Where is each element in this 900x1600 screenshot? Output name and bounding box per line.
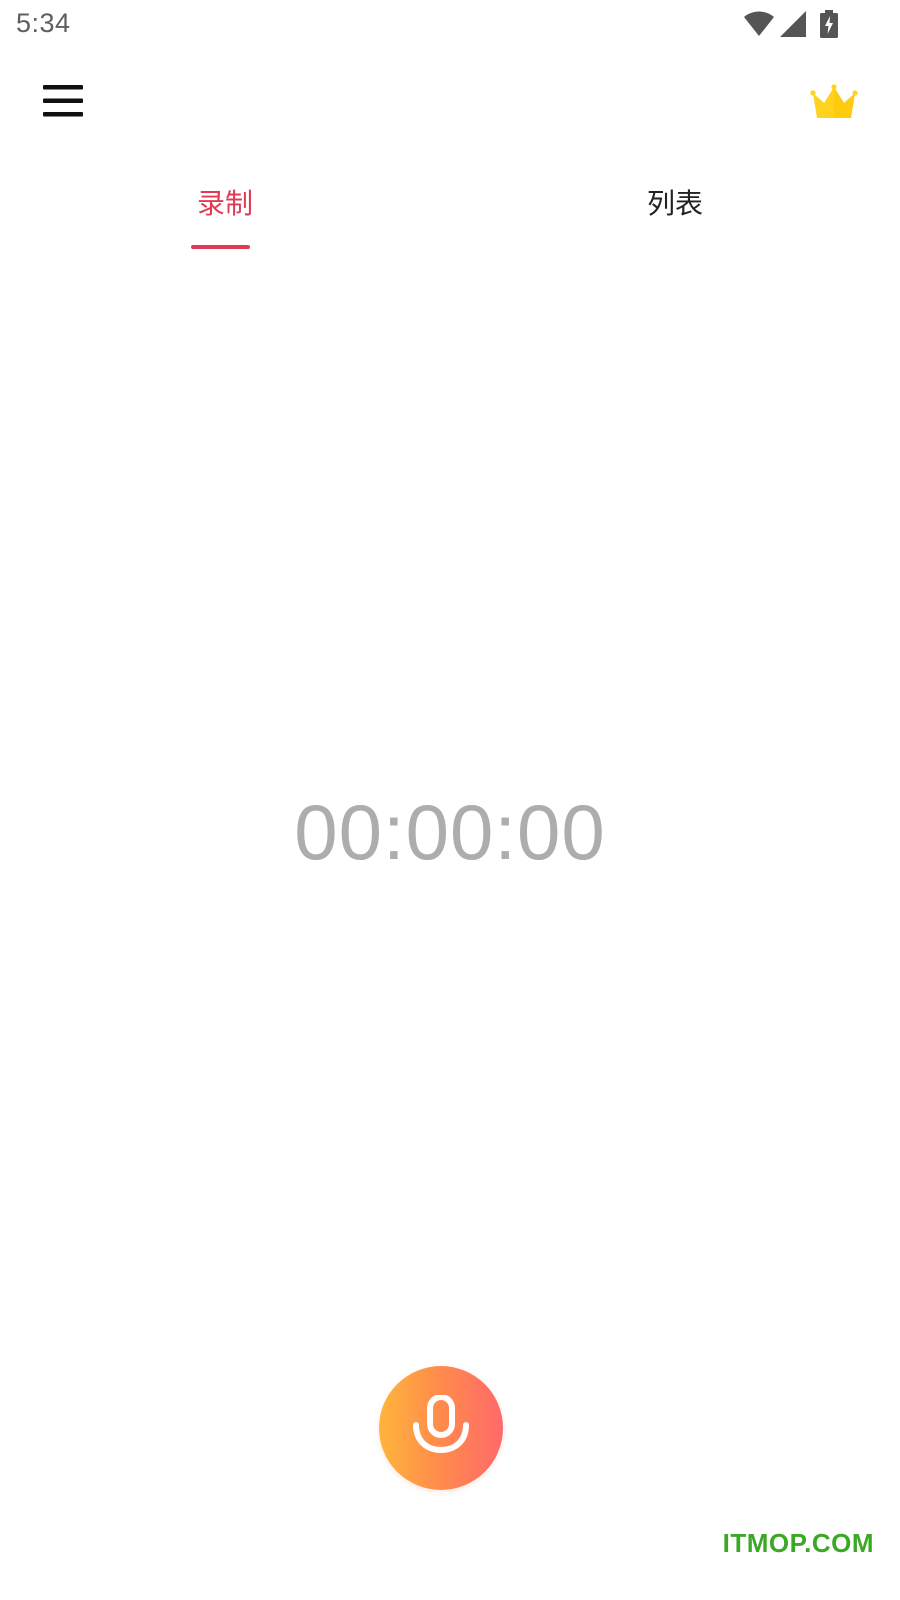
status-icons (744, 10, 838, 38)
tab-recording[interactable]: 录制 (0, 170, 450, 252)
recording-timer: 00:00:00 (294, 788, 606, 876)
cellular-signal-icon (780, 11, 806, 37)
tab-list[interactable]: 列表 (450, 170, 900, 252)
app-bar (0, 60, 900, 148)
hamburger-menu-icon (43, 85, 83, 121)
tab-recording-label: 录制 (196, 187, 253, 220)
watermark: ITMOP.COM (722, 1528, 874, 1558)
tab-bar: 录制 列表 (0, 170, 900, 252)
crown-icon (810, 84, 858, 124)
battery-charging-icon (820, 10, 838, 38)
status-time: 5:34 (16, 8, 71, 38)
recorder-screen: 5:34 录制 列表 00:00:00 ITMOP.COM (0, 0, 900, 1600)
status-bar: 5:34 (0, 0, 900, 50)
wifi-icon (744, 11, 774, 37)
microphone-icon (411, 1394, 471, 1461)
tab-selected-indicator (191, 245, 250, 249)
premium-button[interactable] (804, 74, 864, 134)
menu-button[interactable] (30, 70, 96, 136)
tab-list-label: 列表 (646, 187, 703, 220)
record-button[interactable] (379, 1366, 503, 1490)
